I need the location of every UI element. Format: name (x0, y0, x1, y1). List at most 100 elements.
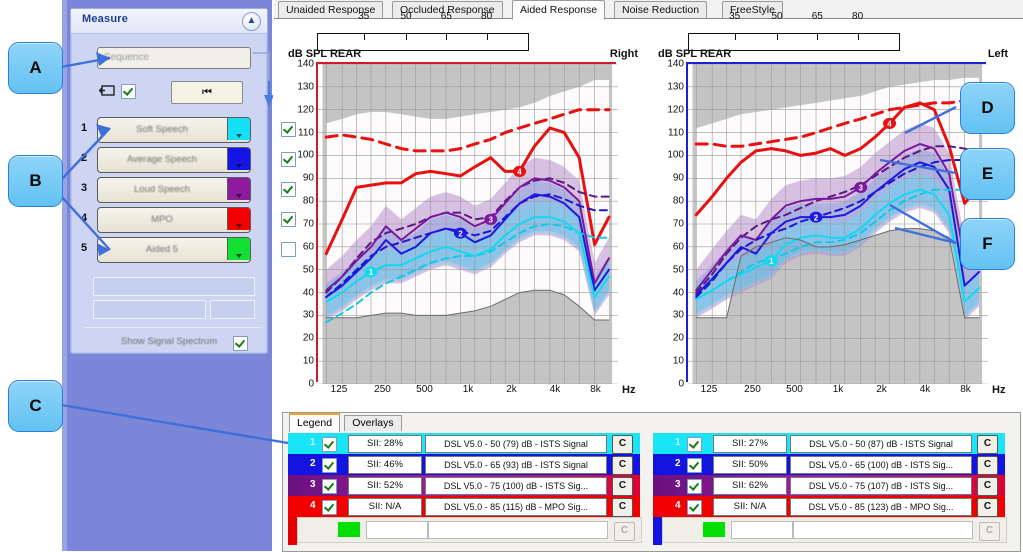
svg-text:3: 3 (489, 216, 494, 225)
y-axis-tick-label: 0 (678, 378, 684, 390)
chart-right-ear: dB SPL REAR Right 1 2 3 4 0 10 20 30 40 50 60 70 80 9… (282, 48, 642, 397)
chart-left-side: Left (987, 48, 1008, 60)
level-scale-right[interactable]: 35 50 65 80 (317, 11, 529, 51)
x-axis-tick-label: 8k (590, 384, 601, 395)
measurement-button-soft-speech[interactable]: Soft Speech (97, 117, 251, 143)
y-axis-tick-label: 70 (672, 218, 684, 230)
legend-green-swatch[interactable] (703, 522, 725, 537)
measurement-button-mpo[interactable]: MPO (97, 207, 251, 233)
rewind-button[interactable]: ⏮ (171, 81, 243, 104)
legend-empty-row[interactable]: C (662, 517, 1007, 543)
level-scale-left[interactable]: 35 50 65 80 (688, 11, 900, 51)
y-axis-tick-label: 90 (302, 172, 314, 184)
callout-badge-d: D (960, 82, 1015, 134)
legend-row-c-button[interactable]: C (977, 498, 998, 517)
legend-row-index: 1 (310, 437, 316, 448)
chart-right-plot-area[interactable]: 1 2 3 4 0 10 20 30 40 50 60 70 80 90 100 110 120 130 140 12… (297, 59, 635, 397)
y-axis-tick-label: 50 (672, 264, 684, 276)
level-scale-tick-label: 65 (811, 11, 823, 22)
legend-row-c-button[interactable]: C (612, 435, 633, 454)
y-axis-tick-label: 130 (297, 81, 314, 93)
measure-field-1[interactable] (93, 277, 255, 296)
legend-empty-sii-field[interactable] (366, 521, 428, 539)
measure-field-3[interactable] (210, 300, 255, 319)
measurement-button-loud-speech[interactable]: Loud Speech (97, 177, 251, 203)
callout-badge-b: B (8, 155, 63, 207)
y-axis-tick-label: 140 (667, 58, 684, 70)
y-axis-tick-label: 10 (302, 355, 314, 367)
svg-text:1: 1 (369, 268, 374, 277)
measurement-color-swatch[interactable] (227, 148, 250, 170)
legend-row-c-button[interactable]: C (612, 456, 633, 475)
legend-row-c-button[interactable]: C (612, 477, 633, 496)
legend-empty-desc-field[interactable] (428, 521, 608, 539)
legend-tab-legend[interactable]: Legend (289, 413, 341, 432)
y-axis-tick-label: 130 (667, 81, 684, 93)
x-axis-tick-label: 125 (700, 384, 718, 395)
y-axis-tick-label: 40 (672, 287, 684, 299)
legend-empty-c-button: C (614, 522, 635, 541)
legend-row-description: DSL V5.0 - 75 (100) dB - ISTS Sig... (425, 477, 607, 495)
legend-row-description: DSL V5.0 - 85 (115) dB - MPO Sig... (425, 498, 607, 516)
loop-checkbox[interactable] (121, 84, 136, 104)
level-scale-tick-label: 80 (852, 11, 864, 22)
legend-row-index: 2 (310, 458, 316, 469)
legend-tab-overlays[interactable]: Overlays (344, 415, 402, 431)
svg-text:2: 2 (458, 229, 463, 238)
level-scale-tick (734, 33, 736, 40)
legend-row-c-button[interactable]: C (612, 498, 633, 517)
chevron-up-icon[interactable]: ▲ (242, 12, 261, 31)
measurement-button-aided-5[interactable]: Aided 5 (97, 237, 251, 263)
svg-text:3: 3 (859, 184, 864, 193)
legend-empty-desc-field[interactable] (793, 521, 973, 539)
measurement-row: 5 Aided 5 (81, 237, 296, 263)
legend-empty-c-button: C (979, 522, 1000, 541)
chevron-down-icon (236, 254, 242, 258)
callout-badge-label: E (981, 164, 994, 183)
callout-badge-f: F (960, 218, 1015, 270)
legend-row-c-button[interactable]: C (977, 435, 998, 454)
legend-row-description: DSL V5.0 - 50 (87) dB - ISTS Signal (790, 435, 972, 453)
loop-arrow-icon[interactable] (98, 84, 116, 97)
legend-green-swatch[interactable] (338, 522, 360, 537)
sequence-input[interactable]: Sequence (97, 47, 251, 69)
legend-row-sii: SII: 52% (348, 477, 422, 495)
legend-row: 4 SII: N/A DSL V5.0 - 85 (123) dB - MPO Si… (653, 496, 1005, 517)
legend-row: 1 SII: 28% DSL V5.0 - 50 (79) dB - ISTS Si… (288, 433, 640, 454)
measurement-color-swatch[interactable] (227, 238, 250, 260)
legend-empty-row[interactable]: C (297, 517, 642, 543)
measurement-color-swatch[interactable] (227, 178, 250, 200)
measurement-label: Loud Speech (134, 184, 190, 195)
show-signal-spectrum-checkbox[interactable] (233, 336, 248, 356)
measurement-color-swatch[interactable] (227, 118, 250, 140)
measurement-color-swatch[interactable] (227, 208, 250, 230)
legend-empty-sii-field[interactable] (731, 521, 793, 539)
tab-aided-response[interactable]: Aided Response (512, 0, 606, 20)
legend-row-c-button[interactable]: C (977, 477, 998, 496)
legend-row-checkbox-box (322, 479, 337, 494)
y-axis-tick-label: 60 (672, 241, 684, 253)
legend-row-sii: SII: 27% (713, 435, 787, 453)
chart-right-side: Right (609, 48, 638, 60)
y-axis-tick-label: 80 (672, 195, 684, 207)
legend-row-sii: SII: N/A (713, 498, 787, 516)
measure-field-2[interactable] (93, 300, 206, 319)
legend-row-index: 4 (310, 500, 316, 511)
legend-row: 3 SII: 52% DSL V5.0 - 75 (100) dB - ISTS S… (288, 475, 640, 496)
y-axis-tick-label: 100 (297, 149, 314, 161)
x-axis-tick-label: 4k (919, 384, 931, 395)
chart-left-plot-area[interactable]: 1 2 3 4 0 10 20 30 40 50 60 70 80 90 100 110 120 130 140 12… (667, 59, 1005, 397)
x-axis-tick-label: 250 (374, 384, 391, 395)
measurement-label: Aided 5 (145, 244, 179, 255)
chart-svg: 1 2 3 4 (688, 64, 988, 384)
callout-badge-c: C (8, 380, 63, 432)
legend-panel: Legend Overlays 1 SII: 28% DSL V5.0 - 50 (7… (282, 412, 1021, 552)
measurement-button-average-speech[interactable]: Average Speech (97, 147, 251, 173)
level-scale-tick-label: 80 (481, 11, 493, 22)
measurement-row: 3 Loud Speech (81, 177, 296, 203)
legend-row-sii: SII: 62% (713, 477, 787, 495)
legend-row-c-button[interactable]: C (977, 456, 998, 475)
tab-noise-reduction[interactable]: Noise Reduction (614, 1, 708, 18)
legend-row: 4 SII: N/A DSL V5.0 - 85 (115) dB - MPO Si… (288, 496, 640, 517)
x-axis-tick-label: 1k (832, 384, 844, 395)
